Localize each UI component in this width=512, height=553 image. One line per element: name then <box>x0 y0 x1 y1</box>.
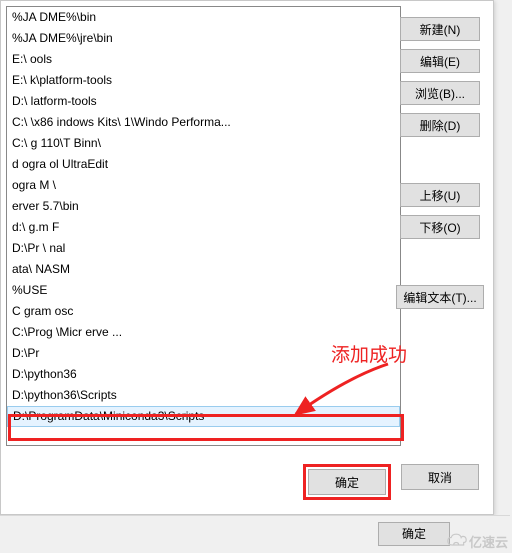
watermark-text: 亿速云 <box>469 532 508 551</box>
path-list-item[interactable]: D:\python36 <box>7 364 400 385</box>
watermark: 亿速云 <box>447 532 508 551</box>
path-list-item[interactable]: E:\ k\platform-tools <box>7 70 400 91</box>
path-list-item[interactable]: %JA DME%\bin <box>7 7 400 28</box>
path-list-item[interactable]: %USE <box>7 280 400 301</box>
path-list-item[interactable]: d:\ g.m F <box>7 217 400 238</box>
new-button[interactable]: 新建(N) <box>400 17 480 41</box>
path-listbox[interactable]: %JA DME%\bin%JA DME%\jre\binE:\ oolsE:\ … <box>6 6 401 446</box>
env-var-edit-dialog: %JA DME%\bin%JA DME%\jre\binE:\ oolsE:\ … <box>0 0 494 515</box>
parent-dialog-footer: 确定 <box>0 515 510 551</box>
path-list-item[interactable]: D:\ latform-tools <box>7 91 400 112</box>
path-list-item[interactable]: ogra M \ <box>7 175 400 196</box>
path-list-item[interactable]: C:\Prog \Micr erve ... <box>7 322 400 343</box>
path-list-item[interactable]: E:\ ools <box>7 49 400 70</box>
path-list-item[interactable]: D:\Pr \ nal <box>7 238 400 259</box>
edit-button[interactable]: 编辑(E) <box>400 49 480 73</box>
move-up-button[interactable]: 上移(U) <box>400 183 480 207</box>
browse-button[interactable]: 浏览(B)... <box>400 81 480 105</box>
button-column: 新建(N) 编辑(E) 浏览(B)... 删除(D) 上移(U) 下移(O) 编… <box>400 17 480 309</box>
cloud-icon <box>447 533 467 550</box>
edit-text-button[interactable]: 编辑文本(T)... <box>396 285 484 309</box>
path-list-item[interactable]: C:\ \x86 indows Kits\ 1\Windo Performa..… <box>7 112 400 133</box>
content-area: %JA DME%\bin%JA DME%\jre\binE:\ oolsE:\ … <box>6 6 401 451</box>
path-list-item[interactable]: D:\python36\Scripts <box>7 385 400 406</box>
path-list-item[interactable]: ata\ NASM <box>7 259 400 280</box>
move-down-button[interactable]: 下移(O) <box>400 215 480 239</box>
ok-button[interactable]: 确定 <box>308 469 386 495</box>
delete-button[interactable]: 删除(D) <box>400 113 480 137</box>
cancel-button[interactable]: 取消 <box>401 464 479 490</box>
dialog-footer: 确定 取消 <box>303 464 479 500</box>
path-list-item[interactable]: D:\ProgramData\Miniconda3\Scripts <box>7 406 400 427</box>
path-list-item[interactable]: %JA DME%\jre\bin <box>7 28 400 49</box>
path-list-item[interactable]: d ogra ol UltraEdit <box>7 154 400 175</box>
path-list-item[interactable]: erver 5.7\bin <box>7 196 400 217</box>
path-list-item[interactable]: C gram osc <box>7 301 400 322</box>
parent-ok-button[interactable]: 确定 <box>378 522 450 546</box>
path-list-item[interactable]: D:\Pr <box>7 343 400 364</box>
path-list-item[interactable]: C:\ g 110\T Binn\ <box>7 133 400 154</box>
annotation-ok-highlight: 确定 <box>303 464 391 500</box>
